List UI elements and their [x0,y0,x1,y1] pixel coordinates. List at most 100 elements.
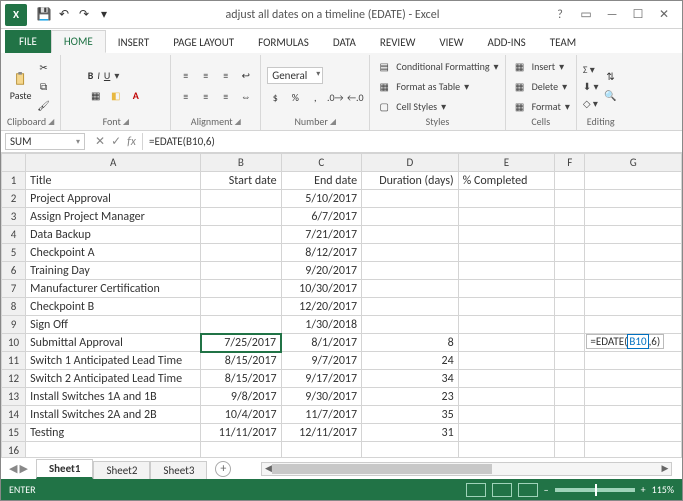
tab-view[interactable]: VIEW [427,32,475,53]
ribbon-options-icon[interactable]: ▭ [574,5,598,25]
clear-button[interactable]: ◇ ▾ [583,97,599,110]
sort-filter-icon[interactable]: ⇅ [603,69,619,85]
cell[interactable]: Data Backup [26,226,201,244]
cell[interactable] [555,208,585,226]
clipboard-launcher-icon[interactable]: ◢ [48,117,54,127]
cell[interactable]: 7/21/2017 [281,226,361,244]
cell[interactable]: Checkpoint B [26,298,201,316]
cell[interactable] [458,424,555,442]
cell[interactable]: 8/15/2017 [201,352,281,370]
cell[interactable] [458,244,555,262]
row-header[interactable]: 1 [2,172,26,190]
cell[interactable] [201,442,281,458]
row-header[interactable]: 9 [2,316,26,334]
cell[interactable] [201,298,281,316]
cell[interactable] [585,370,682,388]
cell[interactable] [362,190,459,208]
insert-cells-button[interactable]: ▦Insert ▾ [512,58,565,74]
col-header[interactable]: E [458,154,555,172]
cell[interactable] [585,244,682,262]
name-box[interactable]: SUM▾ [5,133,85,150]
comma-format-icon[interactable]: , [307,89,323,105]
cell[interactable]: Submittal Approval [26,334,201,352]
cell[interactable] [585,226,682,244]
cell[interactable]: 23 [362,388,459,406]
underline-button[interactable]: U [104,69,110,82]
cell[interactable]: 8/15/2017 [201,370,281,388]
paste-button[interactable]: Paste [10,71,32,102]
row-header[interactable]: 8 [2,298,26,316]
cell[interactable]: Install Switches 2A and 2B [26,406,201,424]
tab-team[interactable]: TEAM [538,32,588,53]
align-top-icon[interactable]: ≡ [178,68,194,84]
cell[interactable] [555,424,585,442]
save-icon[interactable]: 💾 [35,6,53,24]
cell[interactable] [585,424,682,442]
cell[interactable] [201,208,281,226]
normal-view-button[interactable] [466,483,486,497]
delete-cells-button[interactable]: ▦Delete ▾ [512,78,568,94]
col-header[interactable]: G [585,154,682,172]
cell[interactable]: 9/7/2017 [281,352,361,370]
cell[interactable]: Start date [201,172,281,190]
zoom-out-button[interactable]: – [544,483,549,496]
sheet-nav-prev-icon[interactable]: ◀ [9,462,17,475]
cell[interactable]: 8 [362,334,459,352]
cell[interactable] [362,226,459,244]
cell[interactable]: 9/8/2017 [201,388,281,406]
row-header[interactable]: 15 [2,424,26,442]
tab-home[interactable]: HOME [51,30,106,53]
cell[interactable] [585,352,682,370]
cell[interactable]: 8/1/2017 [281,334,361,352]
scroll-right-icon[interactable]: ▶ [659,463,671,474]
cell[interactable] [585,190,682,208]
autosum-button[interactable]: Σ ▾ [583,63,599,76]
cell[interactable] [201,226,281,244]
cell[interactable]: Switch 1 Anticipated Lead Time [26,352,201,370]
row-header[interactable]: 3 [2,208,26,226]
inline-formula-editor[interactable]: =EDATE(B10,6) [586,334,664,349]
cell[interactable]: 5/10/2017 [281,190,361,208]
number-format-select[interactable]: General [267,67,323,84]
row-header[interactable]: 2 [2,190,26,208]
page-break-view-button[interactable] [518,483,538,497]
sheet-tab[interactable]: Sheet3 [150,461,207,479]
zoom-slider[interactable] [555,488,635,492]
align-left-icon[interactable]: ≡ [178,89,194,105]
select-all-corner[interactable] [2,154,26,172]
format-as-table-button[interactable]: ▦Format as Table ▾ [376,78,469,94]
close-icon[interactable]: ✕ [652,5,676,25]
maximize-icon[interactable]: ☐ [626,5,650,25]
cell[interactable]: Project Approval [26,190,201,208]
cell[interactable]: Switch 2 Anticipated Lead Time [26,370,201,388]
tab-data[interactable]: DATA [321,32,368,53]
cell[interactable]: 9/20/2017 [281,262,361,280]
page-layout-view-button[interactable] [492,483,512,497]
conditional-formatting-button[interactable]: ▤Conditional Formatting ▾ [376,58,498,74]
tab-addins[interactable]: ADD-INS [476,32,538,53]
sheet-tab[interactable]: Sheet2 [93,461,150,479]
cell[interactable] [458,280,555,298]
cell[interactable]: Checkpoint A [26,244,201,262]
cell[interactable] [362,208,459,226]
row-header[interactable]: 5 [2,244,26,262]
cell[interactable] [458,208,555,226]
cell[interactable]: Install Switches 1A and 1B [26,388,201,406]
cell[interactable] [585,262,682,280]
cell[interactable] [362,298,459,316]
formula-input[interactable]: =EDATE(B10,6) [142,133,682,150]
enter-formula-icon[interactable]: ✓ [111,134,121,149]
cell-styles-button[interactable]: ▢Cell Styles ▾ [376,98,446,114]
cell[interactable] [585,406,682,424]
alignment-launcher-icon[interactable]: ◢ [235,117,241,127]
qat-dropdown-icon[interactable]: ▾ [95,6,113,24]
increase-decimal-icon[interactable]: .0→ [327,89,343,105]
col-header[interactable]: C [281,154,361,172]
tab-insert[interactable]: INSERT [106,32,162,53]
horizontal-scrollbar[interactable]: ◀ ▶ [261,462,672,476]
tab-formulas[interactable]: FORMULAS [246,32,321,53]
cell[interactable] [555,244,585,262]
col-header[interactable]: D [362,154,459,172]
font-dropdown-icon[interactable]: ▾ [114,69,119,82]
col-header[interactable]: F [555,154,585,172]
